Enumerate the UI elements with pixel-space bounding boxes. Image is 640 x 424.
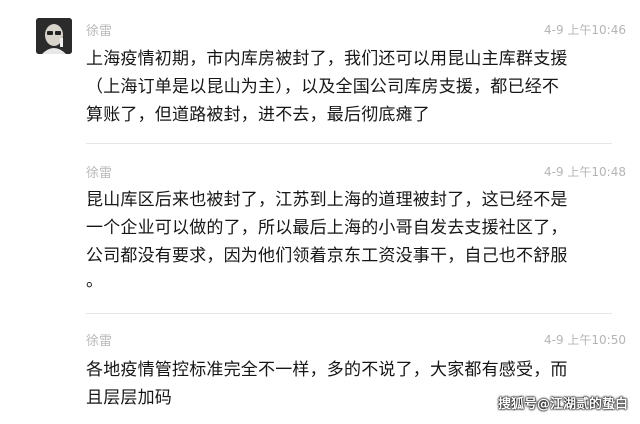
comment-time: 4-9 上午10:50 <box>544 333 626 347</box>
comment-line: 一个企业可以做的了，所以最后上海的小哥自发去支援社区了， <box>86 218 568 238</box>
comment-text: 上海疫情初期，市内库房被封了，我们还可以用昆山主库群支援 （上海订单是以昆山为主… <box>86 45 618 129</box>
comment-text: 昆山库区后来也被封了，江苏到上海的道理被封了，这已经不是 一个企业可以做的了，所… <box>86 186 618 292</box>
comment-line: 各地疫情管控标准完全不一样，多的不说了，大家都有感受，而 <box>86 360 568 380</box>
divider <box>86 313 612 314</box>
comment-line: 昆山库区后来也被封了，江苏到上海的道理被封了，这已经不是 <box>86 190 568 210</box>
commenter-name[interactable]: 徐雷 <box>86 330 112 349</box>
comment-line: （上海订单是以昆山为主），以及全国公司库房支援，都已经不 <box>86 77 560 97</box>
avatar[interactable] <box>36 18 72 54</box>
comment-time: 4-9 上午10:48 <box>544 165 626 179</box>
comment-line: 公司都没有要求，因为他们领着京东工资没事干，自己也不舒服 <box>86 246 568 266</box>
commenter-name[interactable]: 徐雷 <box>86 162 112 181</box>
watermark: 搜狐号@江湖贰的蛰白 <box>497 397 628 412</box>
comment-time: 4-9 上午10:46 <box>544 23 626 37</box>
comment-line: 上海疫情初期，市内库房被封了，我们还可以用昆山主库群支援 <box>86 49 568 69</box>
divider <box>86 143 612 144</box>
comment-line: 。 <box>86 271 104 291</box>
comment-line: 算账了，但道路被封，进不去，最后彻底瘫了 <box>86 105 430 125</box>
commenter-name[interactable]: 徐雷 <box>86 20 112 39</box>
